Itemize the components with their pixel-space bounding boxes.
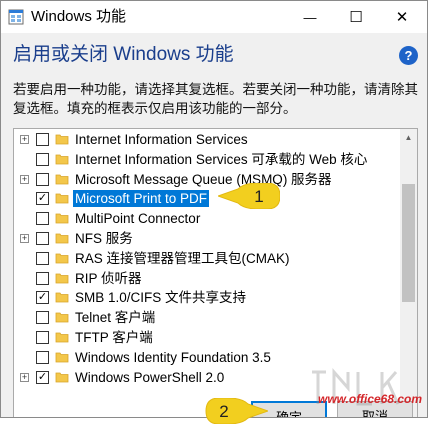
feature-label: RAS 连接管理器管理工具包(CMAK) <box>75 250 290 266</box>
feature-label: SMB 1.0/CIFS 文件共享支持 <box>75 290 247 306</box>
windows-features-icon <box>8 9 24 25</box>
expand-icon[interactable]: + <box>20 234 29 243</box>
feature-row[interactable]: RIP 侦听器 <box>14 269 399 288</box>
feature-checkbox[interactable] <box>36 172 49 186</box>
folder-icon <box>55 213 69 224</box>
feature-checkbox[interactable] <box>36 311 49 325</box>
watermark-url: www.office68.com <box>318 392 423 406</box>
callout-1: 1 <box>218 183 280 209</box>
folder-icon <box>55 193 69 204</box>
folder-icon <box>55 372 69 382</box>
callout-2-number: 2 <box>219 402 228 421</box>
feature-checkbox[interactable]: ✓ <box>36 192 49 206</box>
callout-2: 2 <box>205 398 268 424</box>
expand-icon[interactable]: + <box>20 135 29 144</box>
feature-checkbox[interactable] <box>36 251 49 265</box>
description-text: 若要启用一种功能，请选择其复选框。若要关闭一种功能，请清除其复选框。填充的框表示… <box>13 82 418 116</box>
feature-checkbox[interactable] <box>36 212 49 226</box>
folder-icon <box>55 292 69 303</box>
windows-features-dialog: Windows 功能 — ☐ ✕ 启用或关闭 Windows 功能 ? 若要启用… <box>0 0 428 418</box>
page-title: 启用或关闭 Windows 功能 <box>13 44 234 65</box>
feature-row[interactable]: TFTP 客户端 <box>14 328 399 347</box>
folder-icon <box>55 352 69 363</box>
maximize-button[interactable]: ☐ <box>333 1 379 33</box>
feature-label: Telnet 客户端 <box>75 310 156 326</box>
feature-row[interactable]: + Microsoft Message Queue (MSMQ) 服务器 <box>14 170 399 189</box>
feature-checkbox[interactable] <box>36 331 49 344</box>
feature-checkbox[interactable] <box>36 271 49 285</box>
folder-icon <box>55 174 69 184</box>
watermark-logo <box>312 368 400 406</box>
help-icon[interactable]: ? <box>399 46 418 65</box>
feature-checkbox[interactable] <box>36 152 49 166</box>
feature-checkbox[interactable] <box>36 232 49 245</box>
close-icon: ✕ <box>395 9 409 26</box>
feature-label: Windows Identity Foundation 3.5 <box>75 349 271 365</box>
folder-icon <box>55 312 69 323</box>
feature-row[interactable]: MultiPoint Connector <box>14 209 399 228</box>
feature-label: NFS 服务 <box>75 231 133 246</box>
minimize-button[interactable]: — <box>287 1 333 33</box>
feature-label: Windows PowerShell 2.0 <box>75 369 225 385</box>
feature-label: Internet Information Services 可承载的 Web 核… <box>75 151 368 167</box>
close-button[interactable]: ✕ <box>379 1 425 33</box>
scrollbar-thumb[interactable] <box>402 184 415 302</box>
feature-row[interactable]: + NFS 服务 <box>14 229 399 248</box>
minimize-icon: — <box>303 9 317 25</box>
scroll-up-icon[interactable]: ▲ <box>400 129 417 146</box>
folder-icon <box>55 154 69 165</box>
feature-label: RIP 侦听器 <box>75 270 142 286</box>
feature-row[interactable]: Telnet 客户端 <box>14 308 399 327</box>
feature-label: TFTP 客户端 <box>75 330 153 345</box>
feature-label: Microsoft Print to PDF <box>73 190 210 208</box>
feature-row[interactable]: ✓ SMB 1.0/CIFS 文件共享支持 <box>14 288 399 307</box>
folder-icon <box>55 253 69 264</box>
folder-icon <box>55 134 69 145</box>
feature-checkbox[interactable]: ✓ <box>36 291 49 305</box>
title-bar[interactable]: Windows 功能 — ☐ ✕ <box>1 1 427 33</box>
feature-label: Internet Information Services <box>75 132 248 147</box>
window-title: Windows 功能 <box>31 8 127 25</box>
feature-checkbox[interactable] <box>36 350 49 364</box>
folder-icon <box>55 273 69 283</box>
callout-1-number: 1 <box>254 187 263 206</box>
folder-icon <box>55 332 69 343</box>
feature-row[interactable]: RAS 连接管理器管理工具包(CMAK) <box>14 249 399 268</box>
maximize-icon: ☐ <box>349 9 363 26</box>
expand-icon[interactable]: + <box>20 372 29 382</box>
feature-checkbox[interactable]: ✓ <box>36 370 49 384</box>
feature-row[interactable]: ✓ Microsoft Print to PDF <box>14 189 399 208</box>
feature-label: MultiPoint Connector <box>75 211 201 227</box>
feature-row[interactable]: Internet Information Services 可承载的 Web 核… <box>14 150 399 169</box>
expand-icon[interactable]: + <box>20 174 29 184</box>
folder-icon <box>55 233 69 244</box>
feature-row[interactable]: + Internet Information Services <box>14 130 399 149</box>
feature-label: Microsoft Message Queue (MSMQ) 服务器 <box>75 171 332 187</box>
feature-checkbox[interactable] <box>36 133 49 146</box>
